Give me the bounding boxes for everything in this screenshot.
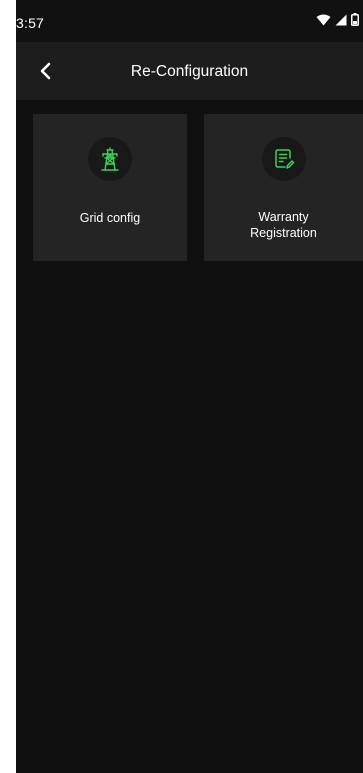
transmission-tower-icon [101, 147, 119, 171]
status-time: 3:57 [16, 15, 45, 31]
grid-config-card[interactable]: Grid config [33, 114, 187, 261]
app-bar: Re-Configuration [16, 42, 363, 100]
icon-badge [261, 137, 306, 181]
warranty-registration-card[interactable]: Warranty Registration [204, 114, 363, 261]
wifi-icon [316, 14, 331, 25]
icon-badge [88, 137, 132, 181]
grid-config-label: Grid config [79, 211, 141, 225]
status-icons [316, 13, 359, 26]
main-content: Grid config Warranty Registration [16, 100, 363, 773]
screen: 3:57 Re-Configuration Grid config Warran… [16, 0, 363, 773]
status-bar: 3:57 [16, 0, 363, 42]
document-edit-icon [274, 149, 294, 169]
page-title: Re-Configuration [130, 63, 249, 80]
warranty-registration-label: Warranty Registration [250, 210, 317, 240]
signal-icon [335, 14, 347, 25]
battery-icon [351, 13, 359, 26]
